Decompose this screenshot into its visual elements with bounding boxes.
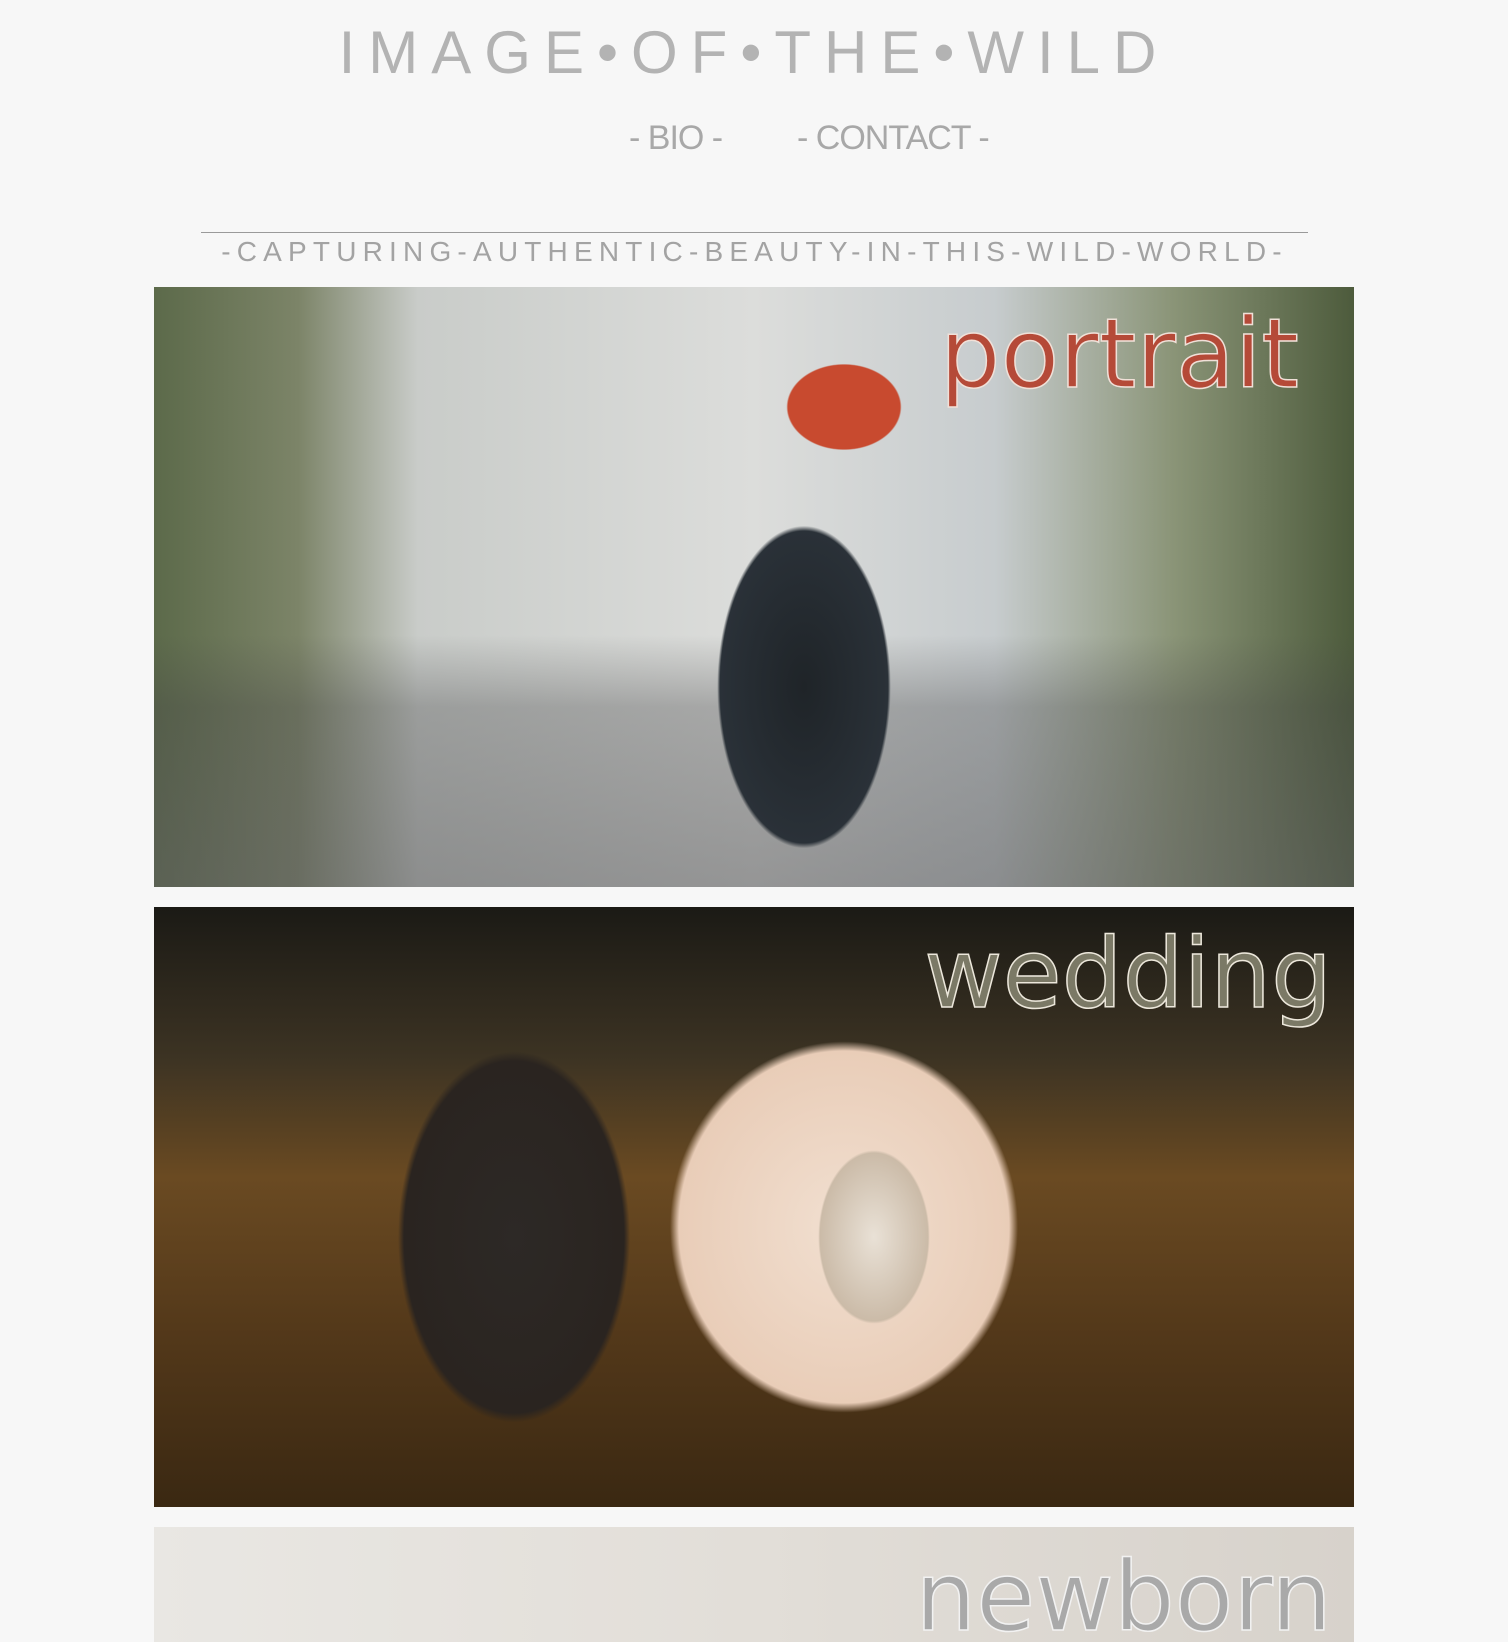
- tagline-divider: [201, 232, 1308, 233]
- site-title: IMAGE•OF•THE•WILD: [338, 19, 1170, 86]
- gallery-card-label: newborn: [915, 1541, 1333, 1642]
- gallery-card-wedding[interactable]: wedding: [154, 907, 1354, 1507]
- gallery-card-label: wedding: [923, 918, 1332, 1030]
- nav-link-contact[interactable]: - CONTACT -: [797, 113, 990, 163]
- nav-link-bio[interactable]: - BIO -: [629, 113, 723, 163]
- gallery-card-portrait[interactable]: portrait: [154, 287, 1354, 887]
- gallery-card-label: portrait: [939, 298, 1300, 410]
- tagline: -CAPTURING-AUTHENTIC-BEAUTY-IN-THIS-WILD…: [221, 236, 1288, 267]
- gallery-card-newborn[interactable]: newborn: [154, 1527, 1354, 1642]
- main-nav: - BIO - - CONTACT -: [0, 113, 1508, 163]
